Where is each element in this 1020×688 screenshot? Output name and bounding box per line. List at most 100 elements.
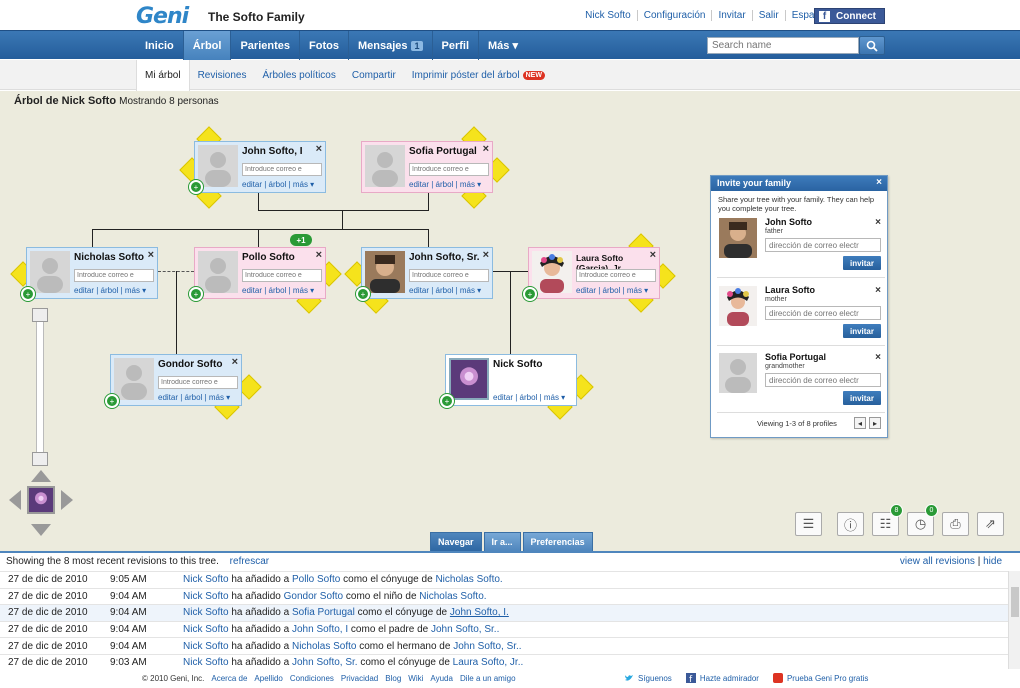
person-card-pollo-softo[interactable]: Pollo Softo × editar | árbol | más ▾ — [194, 247, 326, 299]
refresh-link[interactable]: refrescar — [230, 556, 269, 567]
email-field[interactable] — [242, 269, 322, 282]
add-relative-icon[interactable]: + — [21, 287, 35, 301]
person-name[interactable]: John Softo, I — [242, 147, 317, 157]
search-button[interactable] — [859, 36, 885, 55]
add-relative-icon[interactable]: + — [356, 287, 370, 301]
footer-link-blog[interactable]: Blog — [385, 674, 401, 683]
revision-actor-link[interactable]: Nick Softo — [183, 641, 229, 652]
nav-inicio[interactable]: Inicio — [136, 31, 184, 60]
revision-subject-link[interactable]: Gondor Softo — [284, 591, 343, 602]
person-card-nick-softo[interactable]: Nick Softo editar | árbol | más ▾ — [445, 354, 577, 406]
profile-link[interactable]: Nick Softo — [579, 10, 637, 21]
print-button[interactable]: ⎙ — [942, 512, 969, 536]
scrollbar-thumb[interactable] — [1011, 587, 1019, 617]
nav-parientes[interactable]: Parientes — [231, 31, 300, 60]
close-icon[interactable]: × — [316, 249, 322, 261]
revision-target-link[interactable]: John Softo, Sr.. — [453, 641, 521, 652]
add-relative-icon[interactable]: + — [189, 287, 203, 301]
zoom-track[interactable] — [36, 308, 44, 466]
add-relative-icon[interactable]: + — [440, 394, 454, 408]
tab-ir-a[interactable]: Ir a... — [483, 532, 521, 551]
prev-page-icon[interactable]: ◂ — [854, 417, 866, 429]
geni-pro-link[interactable]: Prueba Geni Pro gratis — [772, 673, 868, 683]
revision-actor-link[interactable]: Nick Softo — [183, 624, 229, 635]
subnav-compartir[interactable]: Compartir — [344, 60, 404, 90]
person-name[interactable]: Nicholas Softo — [74, 253, 149, 263]
email-field[interactable] — [576, 269, 656, 282]
tab-navegar[interactable]: Navegar — [430, 532, 482, 551]
invite-button[interactable]: invitar — [843, 324, 881, 338]
close-icon[interactable]: × — [876, 177, 882, 188]
revision-actor-link[interactable]: Nick Softo — [183, 574, 229, 585]
pan-up-icon[interactable] — [31, 470, 51, 482]
footer-link-ayuda[interactable]: Ayuda — [430, 674, 453, 683]
tab-preferencias[interactable]: Preferencias — [522, 532, 593, 551]
close-icon[interactable]: × — [232, 356, 238, 368]
footer-link-acerca[interactable]: Acerca de — [211, 674, 247, 683]
zoom-handle[interactable] — [32, 308, 48, 322]
facebook-connect-button[interactable]: f Connect — [814, 8, 885, 24]
revision-target-link[interactable]: John Softo, I. — [450, 607, 509, 618]
revision-subject-link[interactable]: John Softo, I — [292, 624, 348, 635]
hide-link[interactable]: hide — [983, 556, 1002, 567]
pan-right-icon[interactable] — [61, 490, 73, 510]
export-button[interactable]: ⇗ — [977, 512, 1004, 536]
become-fan-link[interactable]: f Hazte admirador — [685, 673, 759, 683]
follow-us-link[interactable]: Síguenos — [624, 673, 672, 683]
nav-mas[interactable]: Más ▾ — [479, 31, 527, 60]
person-card-laura-softo[interactable]: Laura Softo (Garcia), Jr. × editar | árb… — [528, 247, 660, 299]
footer-link-wiki[interactable]: Wiki — [408, 674, 423, 683]
card-actions[interactable]: editar | árbol | más ▾ — [158, 393, 230, 402]
close-icon[interactable]: × — [650, 249, 656, 261]
close-icon[interactable]: × — [875, 285, 881, 296]
revision-actor-link[interactable]: Nick Softo — [183, 657, 229, 668]
focus-person-thumbnail[interactable] — [27, 486, 55, 514]
email-field[interactable] — [409, 163, 489, 176]
invite-button[interactable]: invitar — [843, 256, 881, 270]
person-name[interactable]: Sofia Portugal — [409, 147, 484, 157]
revision-subject-link[interactable]: Sofia Portugal — [292, 607, 355, 618]
subnav-mi-arbol[interactable]: Mi árbol — [136, 60, 190, 91]
card-actions[interactable]: editar | árbol | más ▾ — [576, 286, 648, 295]
zoom-min[interactable] — [32, 452, 48, 466]
close-icon[interactable]: × — [483, 249, 489, 261]
person-card-nicholas-softo[interactable]: Nicholas Softo × editar | árbol | más ▾ — [26, 247, 158, 299]
invite-email-field[interactable] — [765, 373, 881, 387]
nav-mensajes[interactable]: Mensajes 1 — [349, 31, 433, 60]
list-view-button[interactable]: ☰ — [795, 512, 822, 536]
close-icon[interactable]: × — [148, 249, 154, 261]
zoom-slider[interactable] — [26, 308, 56, 466]
logout-link[interactable]: Salir — [751, 10, 785, 21]
footer-link-apellido[interactable]: Apellido — [254, 674, 282, 683]
revision-subject-link[interactable]: Nicholas Softo — [292, 641, 356, 652]
revision-target-link[interactable]: Laura Softo, Jr.. — [453, 657, 524, 668]
person-card-john-softo-sr[interactable]: John Softo, Sr. × editar | árbol | más ▾ — [361, 247, 493, 299]
pan-down-icon[interactable] — [31, 524, 51, 536]
settings-link[interactable]: Configuración — [636, 10, 712, 21]
view-all-revisions-link[interactable]: view all revisions — [900, 556, 975, 567]
close-icon[interactable]: × — [875, 352, 881, 363]
subnav-arboles-politicos[interactable]: Árboles políticos — [255, 60, 344, 90]
add-relative-icon[interactable]: + — [105, 394, 119, 408]
revision-target-link[interactable]: Nicholas Softo. — [435, 574, 502, 585]
person-name[interactable]: John Softo, Sr. — [409, 253, 484, 263]
invite-email-field[interactable] — [765, 306, 881, 320]
close-icon[interactable]: × — [483, 143, 489, 155]
invite-link[interactable]: Invitar — [711, 10, 751, 21]
email-field[interactable] — [158, 376, 238, 389]
pan-left-icon[interactable] — [9, 490, 21, 510]
revision-actor-link[interactable]: Nick Softo — [183, 607, 229, 618]
card-actions[interactable]: editar | árbol | más ▾ — [493, 393, 565, 402]
scrollbar[interactable] — [1008, 571, 1020, 669]
geni-logo[interactable]: Geni — [136, 4, 189, 29]
email-field[interactable] — [242, 163, 322, 176]
card-actions[interactable]: editar | árbol | más ▾ — [409, 180, 481, 189]
person-card-john-softo-i[interactable]: John Softo, I × editar | árbol | más ▾ — [194, 141, 326, 193]
invite-button[interactable]: invitar — [843, 391, 881, 405]
email-field[interactable] — [409, 269, 489, 282]
person-name[interactable]: Nick Softo — [493, 360, 568, 370]
nav-fotos[interactable]: Fotos — [300, 31, 349, 60]
footer-link-condiciones[interactable]: Condiciones — [290, 674, 334, 683]
revision-subject-link[interactable]: John Softo, Sr. — [292, 657, 358, 668]
card-actions[interactable]: editar | árbol | más ▾ — [409, 286, 481, 295]
